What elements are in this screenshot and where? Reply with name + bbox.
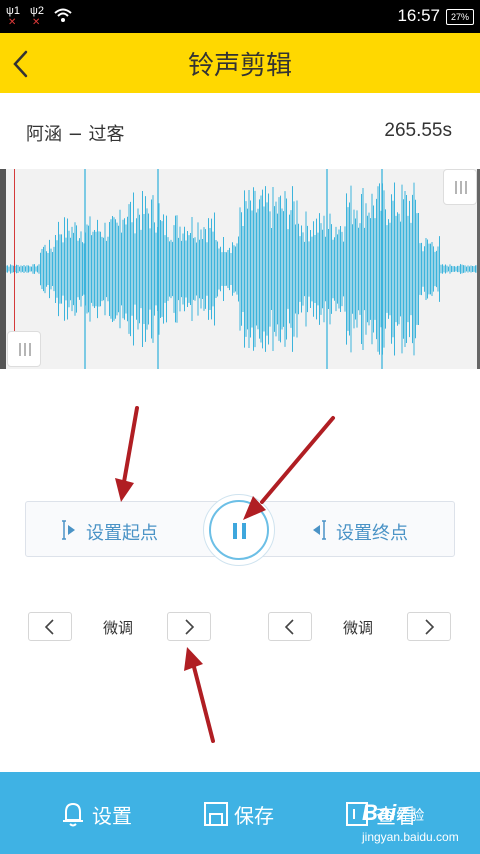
waveform-bars [0,169,479,369]
settings-tab[interactable]: 设置 [62,797,152,831]
fine-tune-left-prev-button[interactable] [28,612,72,641]
save-tab[interactable]: 保存 [204,797,294,831]
status-bar: ψ1 ✕ ψ2 ✕ 16:57 27% [0,0,480,33]
waveform-editor[interactable] [0,169,480,369]
set-start-button[interactable]: 设置起点 [26,502,206,558]
fine-tune-right-label: 微调 [343,619,374,637]
fine-tune-right-prev-button[interactable] [268,612,312,641]
chevron-right-icon [425,619,435,635]
song-name: 阿涵 − 过客 [26,124,125,145]
sim1-label: 1 [13,5,20,17]
sim1-signal-icon: ψ1 [6,5,20,17]
pause-icon [209,500,269,560]
fine-tune-right-next-button[interactable] [407,612,451,641]
bell-icon [63,802,83,827]
watermark-brand: Bai [362,800,397,825]
save-icon [204,802,228,826]
sim2-no-signal-icon: ✕ [32,17,41,28]
set-end-button[interactable]: 设置终点 [276,502,456,558]
start-handle[interactable] [7,331,41,367]
sim2-signal-icon: ψ2 [30,5,44,17]
title-bar: 铃声剪辑 [0,33,480,93]
song-info: 阿涵 − 过客 265.55s [0,93,480,169]
chevron-right-icon [185,619,195,635]
wifi-icon [54,8,72,22]
fine-tune-left-label: 微调 [103,619,134,637]
sim2-label: 2 [37,5,44,17]
sim1-no-signal-icon: ✕ [8,17,17,28]
playhead-line [14,169,15,331]
set-end-label: 设置终点 [336,523,408,544]
chevron-left-icon [44,619,54,635]
pause-button[interactable] [203,494,275,566]
left-edge-bar [0,169,6,369]
waveform[interactable] [0,169,480,369]
save-label: 保存 [234,804,274,828]
chevron-left-icon [284,619,294,635]
watermark-brand-cn: 经验 [396,807,425,823]
watermark-url: jingyan.baidu.com [362,830,459,844]
set-start-label: 设置起点 [86,523,158,544]
status-time: 16:57 [397,6,440,25]
baidu-watermark: Bai经验 jingyan.baidu.com [362,800,459,844]
song-duration: 265.55s [384,120,452,141]
fine-tune-left-next-button[interactable] [167,612,211,641]
end-handle[interactable] [443,169,477,205]
set-end-icon [313,520,326,540]
page-title: 铃声剪辑 [187,51,292,81]
settings-label: 设置 [92,804,132,828]
battery-icon: 27% [446,9,474,25]
set-start-icon [62,520,75,540]
